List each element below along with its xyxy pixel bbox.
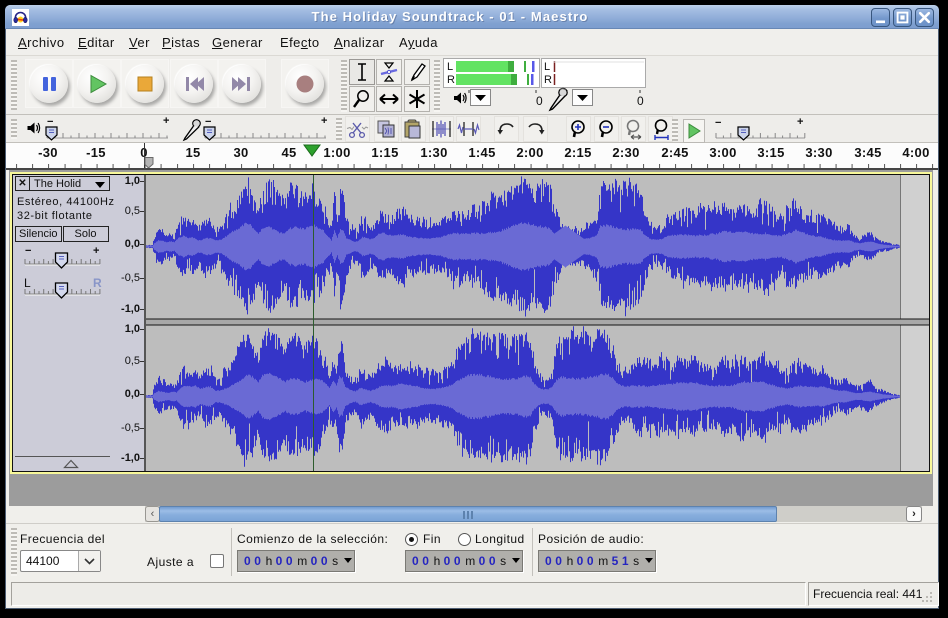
- svg-text:−: −: [205, 116, 211, 128]
- svg-text:L: L: [24, 276, 31, 290]
- svg-text:R: R: [447, 74, 455, 86]
- svg-text:R: R: [93, 276, 102, 290]
- svg-text:−: −: [25, 245, 31, 257]
- svg-text:+: +: [797, 117, 803, 128]
- svg-text:L: L: [447, 61, 453, 73]
- svg-text:+: +: [93, 245, 99, 257]
- svg-text:0: 0: [536, 94, 543, 108]
- svg-text:−: −: [47, 116, 53, 128]
- svg-text:−: −: [715, 117, 721, 129]
- svg-text:R: R: [544, 74, 552, 86]
- svg-text:L: L: [544, 61, 550, 73]
- svg-text:+: +: [321, 116, 327, 127]
- svg-text:+: +: [163, 116, 169, 127]
- svg-text:0: 0: [637, 94, 644, 108]
